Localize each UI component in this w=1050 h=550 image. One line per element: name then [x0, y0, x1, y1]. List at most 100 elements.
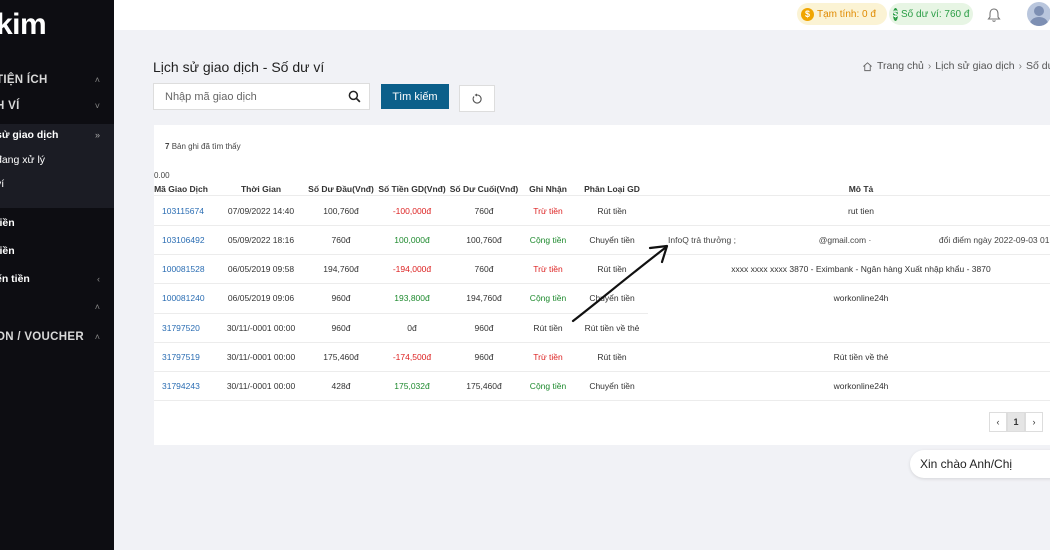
sidebar-item-label: H VÍ — [0, 100, 20, 112]
cell-start-balance: 100,760đ — [323, 206, 359, 216]
chevron-down-icon: ˅ — [94, 101, 100, 111]
transaction-code-link[interactable]: 103115674 — [162, 206, 204, 216]
search-button[interactable]: Tìm kiếm — [381, 84, 449, 109]
next-page-button[interactable]: › — [1025, 412, 1043, 432]
logo: kim — [0, 8, 47, 41]
transaction-code-link[interactable]: 100081240 — [162, 293, 205, 303]
cell-amount: 175,032đ — [394, 381, 430, 391]
col-header-code: Mã Giao Dịch — [154, 184, 208, 194]
cell-amount: -174,500đ — [392, 352, 432, 362]
cell-record: Cộng tiền — [529, 293, 567, 303]
temp-total-badge[interactable]: $ Tạm tính: 0 đ — [797, 3, 887, 25]
transaction-code-link[interactable]: 103106492 — [162, 235, 205, 245]
wallet-balance-badge[interactable]: $ Số dư ví: 760 đ — [889, 3, 973, 25]
cell-record: Cộng tiền — [529, 235, 567, 245]
cell-end-balance: 760đ — [474, 264, 494, 274]
record-count-label: Bản ghi đã tìm thấy — [171, 142, 241, 151]
cell-amount: 0đ — [407, 323, 417, 333]
sidebar-item-money-2[interactable]: tiền — [0, 240, 114, 262]
bell-icon[interactable] — [986, 7, 1002, 23]
cell-time: 05/09/2022 18:16 — [227, 235, 295, 245]
row-divider — [154, 342, 1050, 343]
transaction-code-link[interactable]: 31794243 — [162, 381, 200, 391]
cell-start-balance: 194,760đ — [323, 264, 359, 274]
record-count: 7 Bản ghi đã tìm thấy — [165, 142, 241, 151]
cell-type: Chuyển tiền — [589, 381, 635, 391]
sidebar-section-utilities[interactable]: TIỆN ÍCH ˄ — [0, 69, 114, 91]
page-title: Lịch sử giao dịch - Số dư ví — [153, 59, 325, 75]
cell-time: 30/11/-0001 00:00 — [226, 352, 296, 362]
cell-time: 30/11/-0001 00:00 — [226, 381, 296, 391]
row-divider — [154, 371, 1050, 372]
col-header-start-balance: Số Dư Đầu(Vnđ) — [308, 184, 374, 194]
transaction-code-link[interactable]: 31797520 — [162, 323, 200, 333]
chevron-left-icon: ‹ — [97, 274, 100, 284]
prev-page-button[interactable]: ‹ — [989, 412, 1007, 432]
avatar[interactable] — [1027, 2, 1050, 26]
chevron-up-icon: ˄ — [94, 302, 100, 312]
cell-start-balance: 428đ — [331, 381, 351, 391]
sidebar-section-blank[interactable]: ˄ — [0, 296, 114, 318]
breadcrumb-history[interactable]: Lịch sử giao dịch — [935, 60, 1014, 72]
annotation-arrow-icon — [571, 244, 669, 323]
coin-icon: $ — [893, 7, 899, 21]
cell-end-balance: 960đ — [474, 323, 494, 333]
transaction-code-link[interactable]: 31797519 — [162, 352, 200, 362]
cell-description-part-c: đổi điểm ngày 2022-09-03 01:19:36 — [938, 235, 1050, 245]
search-box — [153, 83, 370, 110]
search-input[interactable] — [154, 84, 334, 109]
sidebar-item-transaction-history[interactable]: sử giao dịch » — [0, 124, 114, 146]
cell-description-part-a: InfoQ trả thưởng ; — [668, 235, 736, 245]
cell-record: Trừ tiền — [533, 352, 563, 362]
double-chevron-icon: » — [94, 130, 100, 140]
breadcrumb-home[interactable]: Trang chủ — [877, 60, 924, 72]
cell-description: Rút tiền về thẻ — [833, 352, 889, 362]
cell-start-balance: 960đ — [331, 323, 351, 333]
sidebar-section-wallet[interactable]: H VÍ ˅ — [0, 95, 114, 117]
cell-end-balance: 960đ — [474, 352, 494, 362]
search-icon[interactable] — [348, 90, 361, 103]
cell-description-part-b: @gmail.com · — [818, 235, 872, 245]
sidebar-item-label: ON / VOUCHER — [0, 331, 84, 343]
col-header-type: Phân Loại GD — [584, 184, 640, 194]
cell-record: Cộng tiền — [529, 381, 567, 391]
row-divider — [154, 225, 1050, 226]
page-button-current[interactable]: 1 — [1007, 412, 1025, 432]
home-icon — [863, 61, 872, 71]
breadcrumb-separator: › — [927, 60, 932, 72]
cell-amount: -194,000đ — [392, 264, 432, 274]
reset-button[interactable] — [459, 85, 495, 112]
zero-value: 0.00 — [154, 171, 170, 180]
pagination: ‹ 1 › — [989, 412, 1043, 432]
col-header-time: Thời Gian — [240, 184, 282, 194]
cell-description: workonline24h — [833, 293, 889, 303]
temp-total-label: Tạm tính: 0 đ — [817, 8, 876, 20]
chat-greeting-bubble[interactable]: Xin chào Anh/Chị — [910, 450, 1050, 478]
cell-record: Trừ tiền — [533, 264, 563, 274]
sidebar-item-money-1[interactable]: tiền — [0, 212, 114, 234]
cell-end-balance: 760đ — [474, 206, 494, 216]
coin-icon: $ — [801, 7, 814, 21]
col-header-end-balance: Số Dư Cuối(Vnđ) — [449, 184, 519, 194]
header-divider — [154, 195, 1050, 196]
cell-description: rut tien — [848, 206, 874, 216]
sidebar-section-voucher[interactable]: ON / VOUCHER ˄ — [0, 326, 114, 348]
sidebar-item-label: TIỆN ÍCH — [0, 74, 48, 86]
sidebar-item-label: ến tiền — [0, 273, 30, 285]
breadcrumb-balance[interactable]: Số dư — [1026, 60, 1050, 72]
sidebar-item-transfer[interactable]: ến tiền ‹ — [0, 268, 114, 290]
topbar: $ Tạm tính: 0 đ $ Số dư ví: 760 đ — [114, 0, 1050, 30]
breadcrumb-separator: › — [1018, 60, 1022, 72]
sidebar-item-label: tiền — [0, 245, 15, 257]
col-header-description: Mô Tả — [848, 184, 874, 194]
cell-end-balance: 100,760đ — [466, 235, 502, 245]
col-header-record: Ghi Nhận — [529, 184, 567, 194]
sidebar-item-pending[interactable]: đang xử lý — [0, 149, 114, 171]
sidebar-item-label: tiền — [0, 217, 15, 229]
transaction-code-link[interactable]: 100081528 — [162, 264, 205, 274]
chevron-up-icon: ˄ — [94, 75, 100, 85]
sidebar: kim TIỆN ÍCH ˄ H VÍ ˅ sử giao dịch » đan… — [0, 0, 114, 550]
wallet-balance-label: Số dư ví: 760 đ — [901, 8, 970, 20]
sidebar-item-wallet[interactable]: ví — [0, 173, 114, 195]
cell-time: 06/05/2019 09:06 — [227, 293, 295, 303]
